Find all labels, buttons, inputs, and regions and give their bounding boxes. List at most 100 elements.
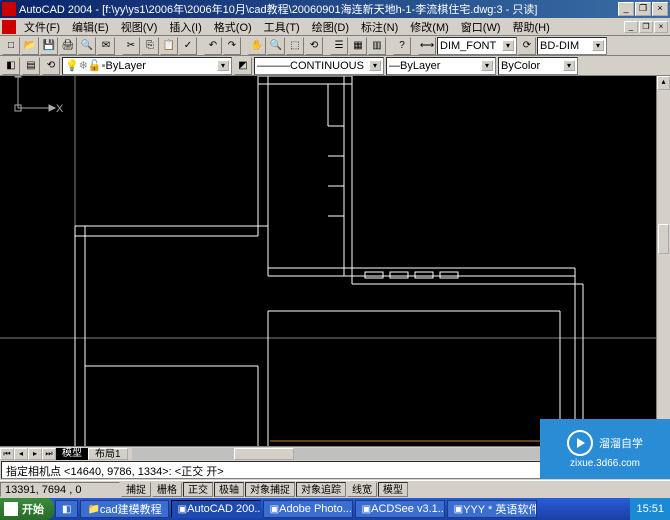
dimtool-dropdown[interactable]: BD-DIM ▾ (537, 37, 607, 55)
chevron-down-icon: ▾ (502, 40, 514, 51)
vertical-scrollbar[interactable]: ▴ ▾ (656, 76, 670, 446)
color-value: ByColor (501, 60, 540, 72)
plot-icon[interactable]: 🖨 (59, 37, 77, 55)
tab-prev-icon[interactable]: ◂ (14, 448, 28, 460)
menu-file[interactable]: 文件(F) (18, 18, 66, 36)
scroll-thumb[interactable] (658, 224, 669, 254)
tab-next-icon[interactable]: ▸ (28, 448, 42, 460)
status-bar: 13391, 7694 , 0 捕捉 栅格 正交 极轴 对象捕捉 对象追踪 线宽… (0, 480, 670, 498)
dimtool-value: BD-DIM (540, 40, 579, 52)
menu-modify[interactable]: 修改(M) (404, 18, 455, 36)
restore-button[interactable]: ❐ (635, 2, 651, 16)
layer-value: ByLayer (106, 60, 146, 72)
coordinates-display[interactable]: 13391, 7694 , 0 (0, 482, 120, 497)
minimize-button[interactable]: _ (618, 2, 634, 16)
mode-polar[interactable]: 极轴 (214, 482, 244, 497)
drawing-area: X Y ▴ ▾ (0, 76, 670, 446)
mode-osnap[interactable]: 对象捕捉 (245, 482, 295, 497)
watermark-brand: 溜溜自学 (599, 435, 643, 451)
linetype-dropdown[interactable]: ——— CONTINUOUS ▾ (254, 57, 384, 75)
menu-window[interactable]: 窗口(W) (455, 18, 507, 36)
layer-tool-icon[interactable]: ◩ (234, 57, 252, 75)
menu-view[interactable]: 视图(V) (115, 18, 164, 36)
doc-minimize[interactable]: _ (624, 21, 638, 33)
tray-clock: 15:51 (636, 503, 664, 515)
cut-icon[interactable]: ✂ (122, 37, 140, 55)
menu-insert[interactable]: 插入(I) (163, 18, 207, 36)
properties-icon[interactable]: ☰ (330, 37, 348, 55)
document-controls: _ ❐ × (623, 21, 668, 33)
dim-icon[interactable]: ⟷ (418, 37, 436, 55)
new-icon[interactable]: □ (2, 37, 20, 55)
window-titlebar: AutoCAD 2004 - [f:\yy\ys1\2006年\2006年10月… (0, 0, 670, 18)
mode-snap[interactable]: 捕捉 (121, 482, 151, 497)
scroll-thumb-h[interactable] (234, 448, 294, 460)
menu-help[interactable]: 帮助(H) (507, 18, 556, 36)
model-viewport[interactable]: X Y (0, 76, 656, 446)
standard-toolbar: □ 📂 💾 🖨 🔍 ✉ ✂ ⎘ 📋 ✓ ↶ ↷ ✋ 🔍 ⬚ ⟲ ☰ ▦ ▥ ? … (0, 36, 670, 56)
scroll-up-icon[interactable]: ▴ (657, 76, 670, 90)
app-icon (2, 2, 16, 16)
dimstyle-value: DIM_FONT (440, 40, 496, 52)
chevron-down-icon: ▾ (563, 60, 575, 71)
preview-icon[interactable]: 🔍 (78, 37, 96, 55)
zoom-rt-icon[interactable]: 🔍 (267, 37, 285, 55)
windows-logo-icon (4, 502, 18, 516)
paste-icon[interactable]: 📋 (160, 37, 178, 55)
menu-tools[interactable]: 工具(T) (258, 18, 306, 36)
layer-dropdown[interactable]: 💡❄🔓▪ ByLayer ▾ (62, 57, 232, 75)
menu-bar: 文件(F) 编辑(E) 视图(V) 插入(I) 格式(O) 工具(T) 绘图(D… (0, 18, 670, 36)
command-text: 指定相机点 <14640, 9786, 1334>: <正交 开> (6, 466, 224, 478)
chevron-down-icon: ▾ (592, 40, 604, 51)
tab-last-icon[interactable]: ⏭ (42, 448, 56, 460)
drawing-canvas (0, 76, 656, 446)
undo-icon[interactable]: ↶ (204, 37, 222, 55)
doc-icon[interactable] (2, 20, 16, 34)
close-button[interactable]: × (652, 2, 668, 16)
zoom-prev-icon[interactable]: ⟲ (305, 37, 323, 55)
open-icon[interactable]: 📂 (21, 37, 39, 55)
match-icon[interactable]: ✓ (179, 37, 197, 55)
mode-grid[interactable]: 栅格 (152, 482, 182, 497)
copy-icon[interactable]: ⎘ (141, 37, 159, 55)
mode-ortho[interactable]: 正交 (183, 482, 213, 497)
dcenter-icon[interactable]: ▦ (349, 37, 367, 55)
menu-format[interactable]: 格式(O) (208, 18, 258, 36)
tab-first-icon[interactable]: ⏮ (0, 448, 14, 460)
window-title: AutoCAD 2004 - [f:\yy\ys1\2006年\2006年10月… (19, 1, 617, 17)
mode-model[interactable]: 模型 (378, 482, 408, 497)
lineweight-dropdown[interactable]: — ByLayer ▾ (386, 57, 496, 75)
menu-edit[interactable]: 编辑(E) (66, 18, 115, 36)
layer-props-icon[interactable]: ▤ (22, 57, 40, 75)
redo-icon[interactable]: ↷ (223, 37, 241, 55)
windows-taskbar: 开始 ◧ 📁 cad建模教程 ▣ AutoCAD 200... ▣ Adobe … (0, 498, 670, 520)
linetype-value: CONTINUOUS (290, 60, 364, 72)
menu-dimension[interactable]: 标注(N) (355, 18, 404, 36)
zoom-win-icon[interactable]: ⬚ (286, 37, 304, 55)
toolpal-icon[interactable]: ▥ (368, 37, 386, 55)
layer-prev-icon[interactable]: ⟲ (42, 57, 60, 75)
doc-close[interactable]: × (654, 21, 668, 33)
pan-icon[interactable]: ✋ (248, 37, 266, 55)
color-dropdown[interactable]: ByColor ▾ (498, 57, 578, 75)
publish-icon[interactable]: ✉ (97, 37, 115, 55)
chevron-down-icon: ▾ (481, 60, 493, 71)
start-button[interactable]: 开始 (0, 498, 54, 520)
watermark-overlay: 溜溜自学 zixue.3d66.com (540, 419, 670, 479)
mode-otrack[interactable]: 对象追踪 (296, 482, 346, 497)
lineweight-value: ByLayer (400, 60, 440, 72)
chevron-down-icon: ▾ (369, 60, 381, 71)
properties-toolbar: ◧ ▤ ⟲ 💡❄🔓▪ ByLayer ▾ ◩ ——— CONTINUOUS ▾ … (0, 56, 670, 76)
help-icon[interactable]: ? (393, 37, 411, 55)
mode-lwt[interactable]: 线宽 (347, 482, 377, 497)
system-tray[interactable]: 15:51 (630, 498, 670, 520)
save-icon[interactable]: 💾 (40, 37, 58, 55)
dim-update-icon[interactable]: ⟳ (518, 37, 536, 55)
window-controls: _ ❐ × (617, 2, 668, 16)
dimstyle-dropdown[interactable]: DIM_FONT ▾ (437, 37, 517, 55)
tab-layout1[interactable]: 布局1 (88, 448, 128, 460)
doc-restore[interactable]: ❐ (639, 21, 653, 33)
menu-draw[interactable]: 绘图(D) (306, 18, 355, 36)
layer-mgr-icon[interactable]: ◧ (2, 57, 20, 75)
tab-model[interactable]: 模型 (56, 448, 88, 460)
